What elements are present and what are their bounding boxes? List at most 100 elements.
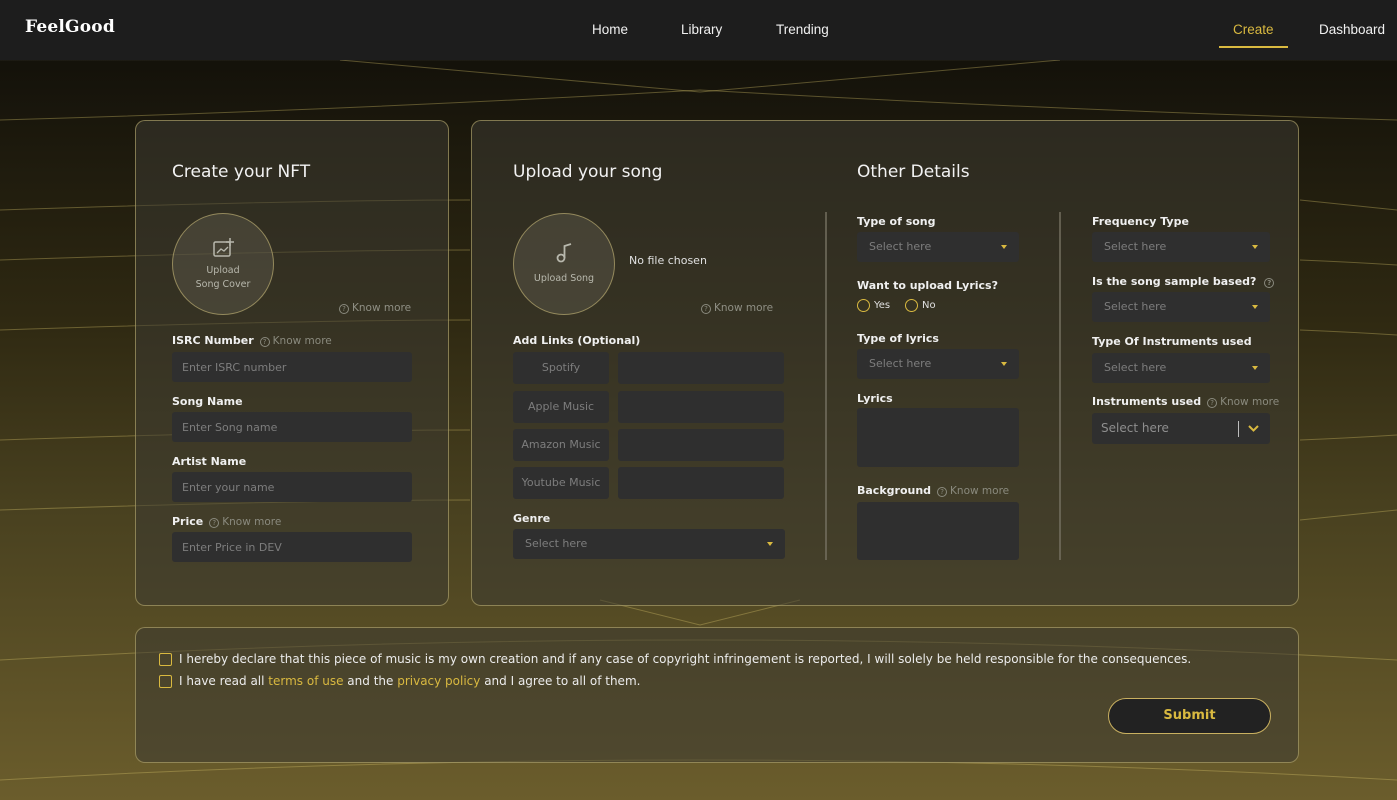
logo[interactable]: FeelGood: [25, 17, 115, 37]
declaration-text: I hereby declare that this piece of musi…: [179, 652, 1192, 666]
instrument-type-label: Type Of Instruments used: [1092, 335, 1252, 348]
genre-select-value: Select here: [525, 537, 588, 550]
nav-trending-link[interactable]: Trending: [776, 22, 829, 37]
terms-text: I have read all terms of use and the pri…: [179, 674, 640, 688]
help-icon: ?: [339, 304, 349, 314]
instrument-type-value: Select here: [1104, 361, 1167, 374]
link-spotify-input[interactable]: [618, 352, 784, 384]
instruments-used-label-text: Instruments used: [1092, 395, 1202, 408]
link-amazon-music-button[interactable]: Amazon Music: [513, 429, 609, 461]
sample-value: Select here: [1104, 300, 1167, 313]
help-icon: ?: [701, 304, 711, 314]
link-spotify-button[interactable]: Spotify: [513, 352, 609, 384]
artist-name-label: Artist Name: [172, 455, 247, 468]
links-label: Add Links (Optional): [513, 334, 641, 347]
file-status-text: No file chosen: [629, 254, 707, 267]
song-know-more-link[interactable]: ? Know more: [701, 302, 773, 314]
background-label-text: Background: [857, 484, 932, 497]
music-note-icon: [556, 243, 572, 263]
upload-cover-button[interactable]: Upload Song Cover: [172, 213, 274, 315]
caret-down-icon: [1252, 366, 1258, 370]
frequency-value: Select here: [1104, 240, 1167, 253]
isrc-input[interactable]: [172, 352, 412, 382]
type-of-song-value: Select here: [869, 240, 932, 253]
caret-down-icon: [767, 542, 773, 546]
genre-label: Genre: [513, 512, 551, 525]
terms-text-part-2: and the: [343, 674, 398, 688]
price-label: Price? Know more: [172, 515, 281, 528]
instrument-type-select[interactable]: Select here: [1092, 353, 1270, 383]
instruments-used-value: Select here: [1101, 421, 1169, 435]
lyrics-no-label: No: [922, 300, 936, 311]
price-label-text: Price: [172, 515, 204, 528]
top-navbar: FeelGood Home Library Trending Create Da…: [0, 0, 1397, 60]
nav-create-link[interactable]: Create: [1219, 22, 1288, 48]
nav-dashboard-link[interactable]: Dashboard: [1319, 22, 1385, 37]
image-add-icon: [213, 238, 234, 257]
lyrics-no-radio[interactable]: [905, 299, 918, 312]
know-more-text: Know more: [222, 516, 282, 528]
know-more-text: Know more: [352, 302, 412, 314]
terms-text-part-3: and I agree to all of them.: [480, 674, 641, 688]
terms-of-use-link[interactable]: terms of use: [268, 674, 343, 688]
song-name-input[interactable]: [172, 412, 412, 442]
isrc-know-more-link[interactable]: ? Know more: [259, 335, 332, 347]
nft-title: Create your NFT: [172, 162, 311, 182]
type-of-song-select[interactable]: Select here: [857, 232, 1019, 262]
chevron-down-icon[interactable]: [1248, 425, 1259, 432]
select-separator: [1238, 421, 1239, 437]
column-divider: [1059, 212, 1061, 560]
upload-cover-label-line2: Song Cover: [195, 279, 251, 290]
sample-label-text: Is the song sample based?: [1092, 275, 1257, 288]
genre-select[interactable]: Select here: [513, 529, 785, 559]
frequency-label: Frequency Type: [1092, 215, 1189, 228]
upload-song-label: Upload Song: [533, 273, 595, 284]
lyrics-yes-radio[interactable]: [857, 299, 870, 312]
caret-down-icon: [1001, 362, 1007, 366]
lyrics-label: Lyrics: [857, 392, 893, 405]
price-know-more-link[interactable]: ? Know more: [209, 516, 281, 528]
nav-library-link[interactable]: Library: [681, 22, 722, 37]
sample-select[interactable]: Select here: [1092, 292, 1270, 322]
column-divider: [825, 212, 827, 560]
help-icon: ?: [209, 518, 220, 528]
help-icon: ?: [937, 487, 948, 497]
type-of-lyrics-select[interactable]: Select here: [857, 349, 1019, 379]
type-of-lyrics-label: Type of lyrics: [857, 332, 939, 345]
background-textarea[interactable]: [857, 502, 1019, 560]
link-amazon-music-input[interactable]: [618, 429, 784, 461]
sample-label: Is the song sample based? ?: [1092, 275, 1277, 288]
upload-song-button[interactable]: Upload Song: [513, 213, 615, 315]
frequency-select[interactable]: Select here: [1092, 232, 1270, 262]
help-icon: ?: [259, 337, 270, 347]
cover-know-more-link[interactable]: ? Know more: [339, 302, 411, 314]
song-name-label: Song Name: [172, 395, 243, 408]
privacy-policy-link[interactable]: privacy policy: [397, 674, 480, 688]
link-apple-music-input[interactable]: [618, 391, 784, 423]
song-title: Upload your song: [513, 162, 663, 182]
declaration-checkbox[interactable]: [159, 653, 172, 666]
instruments-used-multiselect[interactable]: Select here: [1092, 413, 1270, 444]
know-more-text: Know more: [714, 302, 774, 314]
type-of-song-label: Type of song: [857, 215, 936, 228]
background-know-more-link[interactable]: ? Know more: [937, 485, 1009, 497]
know-more-text: Know more: [1220, 396, 1280, 408]
link-apple-music-button[interactable]: Apple Music: [513, 391, 609, 423]
link-youtube-music-input[interactable]: [618, 467, 784, 499]
artist-name-input[interactable]: [172, 472, 412, 502]
submit-button[interactable]: Submit: [1108, 698, 1271, 734]
help-icon[interactable]: ?: [1264, 278, 1275, 288]
type-of-lyrics-value: Select here: [869, 357, 932, 370]
lyrics-textarea[interactable]: [857, 408, 1019, 467]
terms-text-part-1: I have read all: [179, 674, 269, 688]
nav-home-link[interactable]: Home: [592, 22, 628, 37]
price-input[interactable]: [172, 532, 412, 562]
terms-checkbox[interactable]: [159, 675, 172, 688]
link-youtube-music-button[interactable]: Youtube Music: [513, 467, 609, 499]
know-more-text: Know more: [950, 485, 1010, 497]
instruments-used-label: Instruments used ? Know more: [1092, 395, 1279, 408]
declaration-panel: [135, 627, 1299, 763]
details-title: Other Details: [857, 162, 970, 182]
instruments-know-more-link[interactable]: ? Know more: [1207, 396, 1279, 408]
lyrics-upload-label: Want to upload Lyrics?: [857, 279, 998, 292]
